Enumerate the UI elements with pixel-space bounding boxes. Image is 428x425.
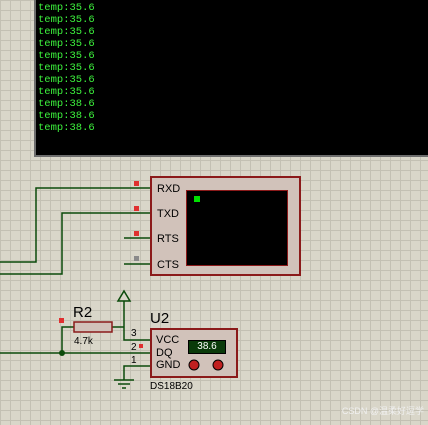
pin-label-txd: TXD: [157, 208, 179, 220]
sensor-adjust-buttons: [188, 359, 224, 371]
terminal-line: temp:35.6: [38, 74, 95, 86]
wire-r2-left: [61, 326, 74, 353]
terminal-cursor-indicator: [194, 196, 200, 202]
pin-marker-cts: [134, 256, 139, 261]
wire-txd: [0, 212, 150, 275]
terminal-line: temp:38.6: [38, 98, 95, 110]
resistor-body[interactable]: [73, 321, 113, 333]
pin-marker-txd: [134, 206, 139, 211]
terminal-line: temp:38.6: [38, 122, 95, 134]
terminal-line: temp:38.6: [38, 110, 95, 122]
virtual-terminal-screen: [186, 190, 288, 266]
wire-vcc: [123, 301, 150, 341]
pin-number-2: 2: [131, 342, 137, 353]
wire-rxd: [0, 187, 150, 263]
pin-number-3: 3: [131, 328, 137, 339]
terminal-line: temp:35.6: [38, 38, 95, 50]
pin-marker-rxd: [134, 181, 139, 186]
pin-label-rts: RTS: [157, 233, 179, 245]
pin-marker-rts: [134, 231, 139, 236]
pin-label-dq: DQ: [156, 347, 173, 359]
resistor-value: 4.7k: [74, 336, 93, 347]
ground-symbol: [114, 379, 134, 389]
power-terminal: [116, 289, 132, 302]
terminal-line: temp:35.6: [38, 50, 95, 62]
wire-junction: [59, 350, 65, 356]
terminal-line: temp:35.6: [38, 14, 95, 26]
pin-label-cts: CTS: [157, 259, 179, 271]
temp-up-button[interactable]: [212, 359, 224, 371]
watermark: CSDN @温柔好逗学: [341, 406, 424, 416]
pin-label-vcc: VCC: [156, 334, 180, 346]
terminal-line: temp:35.6: [38, 26, 95, 38]
wire-gnd: [123, 365, 150, 380]
resistor-ref: R2: [73, 304, 93, 321]
terminal-line: temp:35.6: [38, 62, 95, 74]
pin-number-1: 1: [131, 355, 137, 366]
virtual-terminal-window[interactable]: temp:35.6 temp:35.6 temp:35.6 temp:35.6 …: [34, 0, 428, 157]
pin-label-gnd: GND: [156, 359, 181, 371]
pin-label-rxd: RXD: [157, 183, 181, 195]
terminal-line: temp:35.6: [38, 86, 95, 98]
pin-marker-dq: [139, 344, 143, 348]
temp-down-button[interactable]: [188, 359, 200, 371]
sensor-ref: U2: [150, 310, 170, 327]
pin-marker-r2: [59, 318, 64, 323]
sensor-part-name: DS18B20: [150, 381, 193, 392]
temperature-display: 38.6: [188, 340, 226, 354]
terminal-line: temp:35.6: [38, 2, 95, 14]
